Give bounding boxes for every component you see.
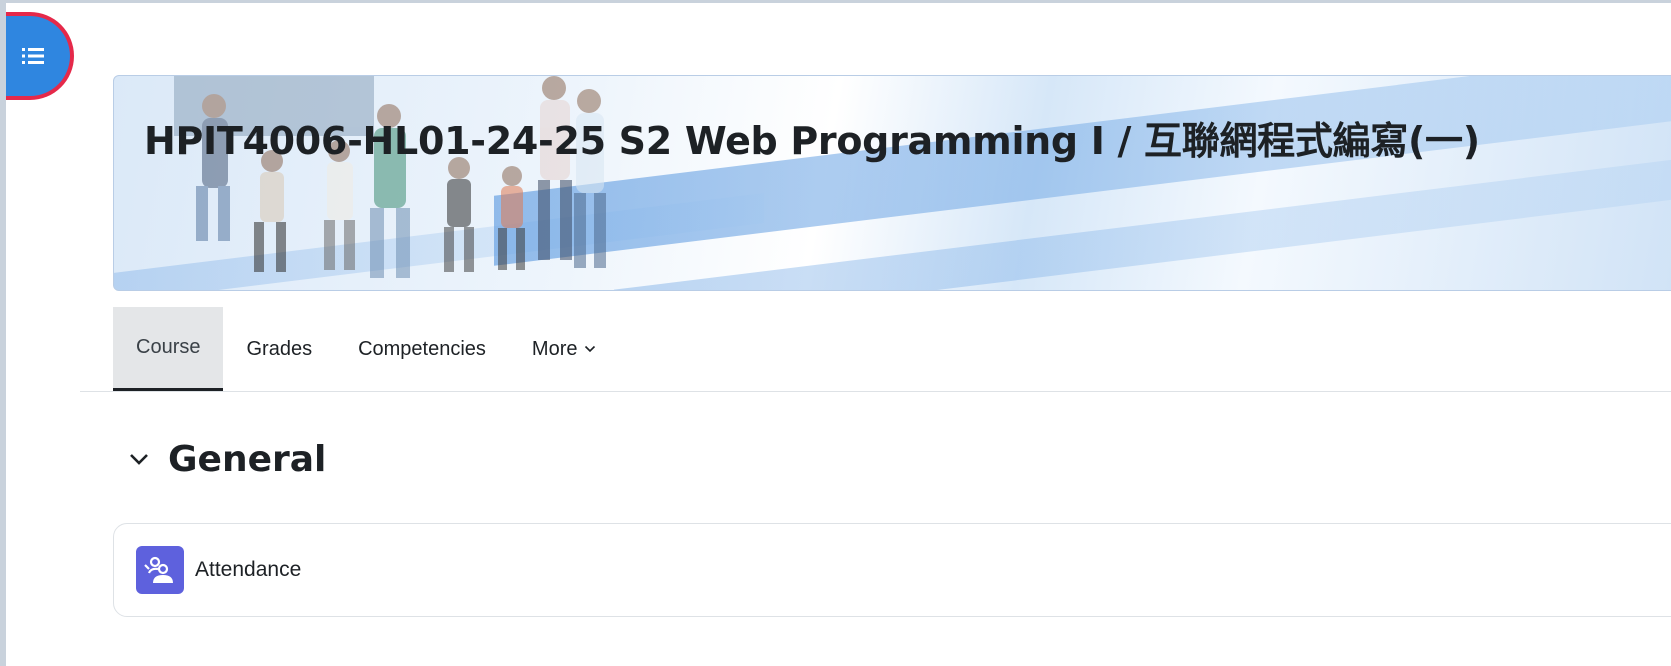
- activity-item: Attendance: [113, 523, 1671, 617]
- course-index-icon: [22, 48, 44, 64]
- page-frame: HPIT4006-HL01-24-25 S2 Web Programming I…: [0, 0, 1671, 666]
- tab-course-label: Course: [136, 336, 201, 358]
- students-jumping-banner-image: [174, 76, 606, 278]
- section-header: General: [124, 439, 326, 480]
- attendance-icon: [136, 546, 184, 594]
- tabs-divider: [80, 391, 1671, 392]
- tab-competencies[interactable]: Competencies: [335, 307, 509, 391]
- chevron-down-icon: [584, 345, 595, 353]
- tab-course[interactable]: Course: [113, 307, 224, 391]
- chevron-down-icon: [130, 454, 148, 465]
- course-title: HPIT4006-HL01-24-25 S2 Web Programming I…: [144, 119, 1480, 163]
- secondary-navigation: Course Grades Competencies More: [113, 307, 619, 391]
- tab-more-label: More: [531, 337, 578, 360]
- tab-more[interactable]: More: [509, 307, 619, 391]
- course-header-banner: HPIT4006-HL01-24-25 S2 Web Programming I…: [113, 75, 1671, 291]
- activity-link-attendance[interactable]: Attendance: [195, 558, 301, 582]
- tab-competencies-label: Competencies: [358, 337, 486, 360]
- section-collapse-button[interactable]: [124, 445, 154, 475]
- course-index-toggle-button[interactable]: [6, 12, 74, 100]
- tab-grades-label: Grades: [246, 337, 313, 360]
- section-title: General: [168, 439, 327, 480]
- tab-grades[interactable]: Grades: [223, 307, 335, 391]
